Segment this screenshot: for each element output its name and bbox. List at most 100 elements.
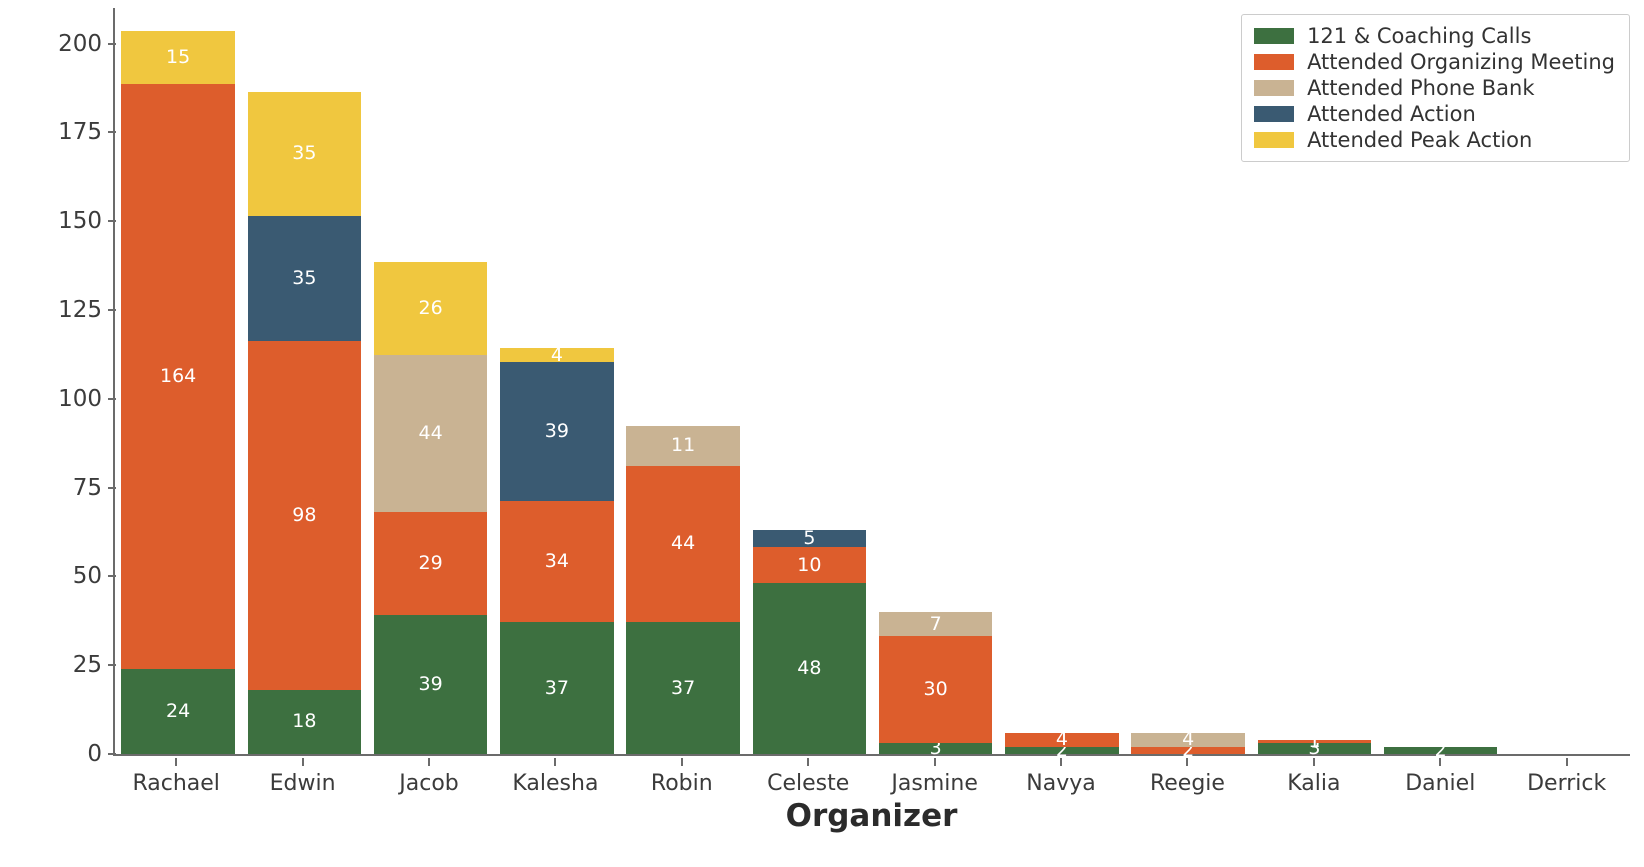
legend: 121 & Coaching Calls Attended Organizing … — [1241, 14, 1630, 162]
bar-segment[interactable]: 3 — [878, 739, 993, 758]
legend-item[interactable]: Attended Peak Action — [1254, 127, 1615, 153]
legend-label: Attended Peak Action — [1307, 128, 1533, 152]
bar-segment-value-label: 44 — [418, 421, 443, 444]
bar-segment-value-label: 44 — [671, 532, 696, 555]
bar-segment-value-label: 4 — [1182, 728, 1195, 751]
bar-segment[interactable]: 7 — [878, 611, 993, 637]
legend-label: Attended Phone Bank — [1307, 76, 1535, 100]
y-axis-tick-label: 75 — [73, 475, 115, 501]
x-axis-tick-label: Daniel — [1383, 758, 1497, 798]
legend-color-swatch — [1254, 80, 1295, 96]
bar-segment[interactable]: 15 — [121, 30, 235, 85]
bar-segment-value-label: 37 — [544, 676, 569, 699]
bar-segment-value-label: 4 — [1055, 728, 1068, 751]
bar-segment-value-label: 30 — [923, 678, 948, 701]
bar-column[interactable]: 39 29 44 26 — [373, 8, 488, 754]
bar-stack: 3 30 7 — [878, 611, 993, 758]
bar-stack: 18 98 35 35 — [247, 91, 362, 754]
bar-segment-value-label: 15 — [166, 46, 191, 69]
bar-segment[interactable]: 37 — [626, 622, 740, 754]
x-axis-tick-label: Kalia — [1257, 758, 1371, 798]
y-axis-tick-label: 25 — [73, 652, 115, 678]
bar-segment-value-label: 48 — [797, 657, 822, 680]
bar-stack: 37 44 11 — [626, 426, 740, 754]
bar-segment[interactable]: 48 — [752, 583, 867, 754]
bar-segment[interactable]: 34 — [500, 501, 614, 623]
bar-segment[interactable]: 44 — [373, 355, 488, 512]
bar-column[interactable]: 48 10 5 — [752, 8, 867, 754]
legend-item[interactable]: 121 & Coaching Calls — [1254, 23, 1615, 49]
legend-color-swatch — [1254, 28, 1295, 44]
bar-segment[interactable]: 35 — [247, 216, 362, 341]
y-axis-tick-label: 125 — [58, 297, 115, 323]
bar-segment[interactable]: 1 — [1257, 732, 1372, 751]
bar-segment-value-label: 35 — [292, 267, 317, 289]
bar-column[interactable]: 24 164 15 — [121, 8, 235, 754]
bar-segment[interactable]: 164 — [121, 84, 235, 669]
x-axis-tick-label: Kalesha — [499, 758, 613, 798]
bar-segment-value-label: 26 — [418, 297, 443, 320]
bar-column[interactable]: 37 44 11 — [626, 8, 740, 754]
x-axis-ticks: Rachael Edwin Jacob Kalesha Robin Celeste Jasm… — [113, 758, 1630, 798]
x-axis-tick-label: Celeste — [751, 758, 865, 798]
bar-segment[interactable]: 3 — [1257, 739, 1372, 758]
bar-segment[interactable]: 2 — [1005, 740, 1119, 759]
x-axis-tick-label: Robin — [625, 758, 739, 798]
bar-segment[interactable]: 11 — [626, 426, 740, 466]
legend-label: Attended Action — [1307, 102, 1476, 126]
bar-segment-value-label: 98 — [292, 503, 317, 526]
legend-item[interactable]: Attended Organizing Meeting — [1254, 49, 1615, 75]
y-axis-tick-label: 150 — [58, 208, 115, 234]
bar-segment[interactable]: 98 — [247, 340, 362, 690]
bar-stack: 24 164 15 — [121, 30, 235, 754]
y-axis-tick-label: 200 — [58, 31, 115, 57]
bar-stack: 31 — [1257, 732, 1372, 758]
bar-segment-value-label: 164 — [159, 364, 197, 387]
bar-segment-value-label: 18 — [292, 710, 317, 733]
bar-column[interactable]: 3 30 7 — [878, 8, 993, 758]
bar-segment[interactable]: 44 — [626, 465, 740, 623]
bar-segment-value-label: 39 — [418, 673, 443, 696]
bar-segment[interactable]: 30 — [878, 636, 993, 744]
bar-segment-value-label: 4 — [550, 343, 563, 366]
y-axis-tick-label: 50 — [73, 563, 115, 589]
x-axis-tick-label: Edwin — [246, 758, 360, 798]
legend-item[interactable]: Attended Action — [1254, 101, 1615, 127]
bar-segment[interactable]: 39 — [500, 362, 614, 502]
bar-column[interactable]: 24 — [1131, 8, 1245, 759]
bar-segment-value-label: 24 — [166, 699, 191, 722]
bar-segment[interactable]: 24 — [121, 668, 235, 754]
bar-segment-value-label: 34 — [544, 550, 569, 573]
bar-column[interactable]: 18 98 35 35 — [247, 8, 362, 754]
bar-segment-value-label: 7 — [929, 612, 942, 635]
x-axis-tick-label: Jacob — [372, 758, 486, 798]
bar-stack: 24 — [1005, 728, 1119, 759]
bar-segment[interactable]: 26 — [373, 262, 488, 356]
bar-segment[interactable]: 4 — [500, 343, 614, 366]
bar-segment[interactable]: 4 — [1005, 728, 1119, 751]
bar-segment[interactable]: 5 — [752, 527, 867, 550]
bar-segment[interactable]: 10 — [752, 547, 867, 584]
legend-color-swatch — [1254, 54, 1295, 70]
bar-segment[interactable]: 37 — [500, 622, 614, 754]
bar-column[interactable]: 37 34 39 4 — [500, 8, 614, 754]
bar-segment[interactable]: 4 — [1131, 728, 1245, 751]
figure-canvas: Total Number 0255075100125150175200 2416… — [0, 0, 1644, 867]
bar-segment[interactable]: 39 — [373, 615, 488, 754]
x-axis-tick-label: Rachael — [119, 758, 233, 798]
x-axis-tick-label: Navya — [1004, 758, 1118, 798]
bar-segment-value-label: 29 — [418, 551, 443, 574]
bar-column[interactable]: 24 — [1005, 8, 1119, 759]
bar-segment[interactable]: 29 — [373, 511, 488, 616]
bar-segment-value-label: 5 — [803, 527, 816, 550]
x-axis-tick-label: Jasmine — [878, 758, 992, 798]
bar-segment[interactable]: 2 — [1383, 740, 1498, 759]
legend-item[interactable]: Attended Phone Bank — [1254, 75, 1615, 101]
bar-segment[interactable]: 35 — [247, 91, 362, 217]
bar-segment[interactable]: 2 — [1131, 740, 1245, 759]
bar-segment[interactable]: 18 — [247, 689, 362, 754]
bar-segment-value-label: 37 — [671, 676, 696, 699]
legend-label: Attended Organizing Meeting — [1307, 50, 1615, 74]
legend-color-swatch — [1254, 132, 1295, 148]
bar-segment-value-label: 35 — [292, 142, 317, 165]
